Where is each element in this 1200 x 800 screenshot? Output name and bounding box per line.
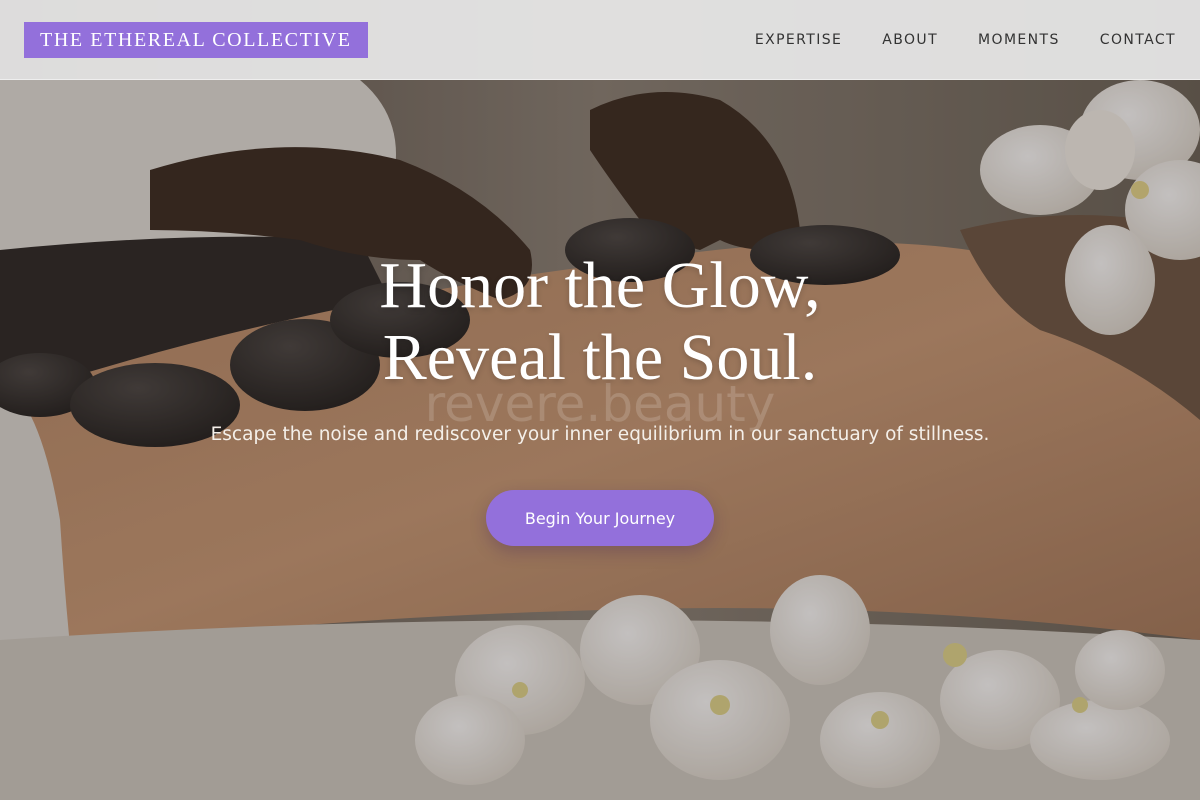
hero-headline-line-1: Honor the Glow, (379, 249, 821, 322)
site-header: THE ETHEREAL COLLECTIVE EXPERTISE ABOUT … (0, 0, 1200, 80)
nav-link-moments[interactable]: MOMENTS (978, 32, 1060, 48)
brand-logo[interactable]: THE ETHEREAL COLLECTIVE (24, 22, 368, 58)
hero-subtitle: Escape the noise and rediscover your inn… (210, 424, 990, 445)
nav-link-about[interactable]: ABOUT (882, 32, 938, 48)
begin-journey-button[interactable]: Begin Your Journey (486, 490, 714, 546)
hero-background-image (0, 0, 1200, 800)
hero-dark-overlay (0, 0, 1200, 800)
hero-content: Honor the Glow, Reveal the Soul. revere.… (0, 250, 1200, 546)
page: THE ETHEREAL COLLECTIVE EXPERTISE ABOUT … (0, 0, 1200, 800)
main-nav: EXPERTISE ABOUT MOMENTS CONTACT (755, 0, 1176, 80)
nav-link-expertise[interactable]: EXPERTISE (755, 32, 842, 48)
hero-headline: Honor the Glow, Reveal the Soul. (0, 250, 1200, 394)
hero-headline-line-2: Reveal the Soul. (382, 321, 818, 394)
nav-link-contact[interactable]: CONTACT (1100, 32, 1176, 48)
